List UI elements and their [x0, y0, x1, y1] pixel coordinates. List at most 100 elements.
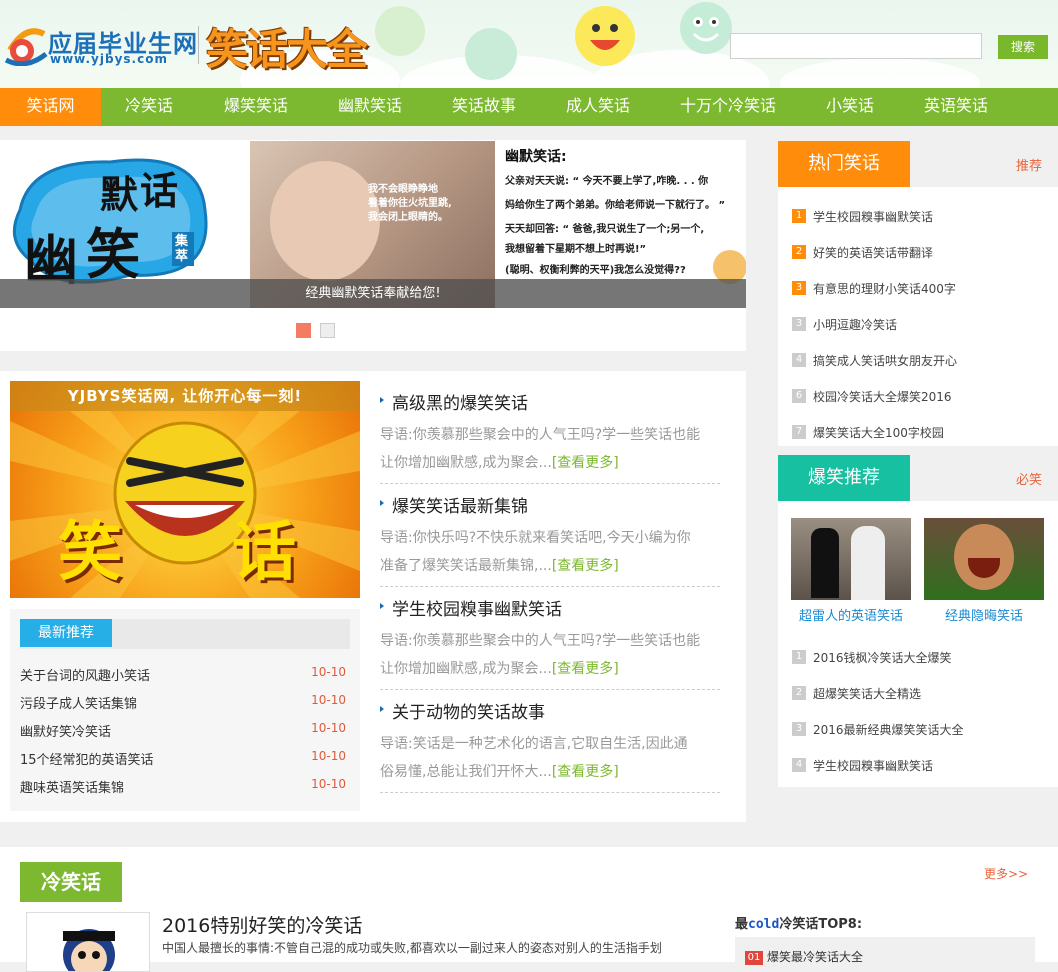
top8-item-title[interactable]: 爆笑最冷笑话大全 — [767, 948, 863, 965]
site-title[interactable]: 笑话大全 — [206, 16, 368, 77]
cold-joke-thumbnail[interactable] — [26, 912, 150, 972]
thumbnail-caption[interactable]: 超雷人的英语笑话 — [791, 605, 911, 624]
top8-label: 最cold冷笑话TOP8: — [735, 913, 862, 932]
list-item-date: 10-10 — [311, 749, 346, 763]
more-link[interactable]: 更多>> — [984, 865, 1028, 882]
banner-joke-line: 我想留着下星期不想上时再说!” — [505, 244, 647, 255]
rank-item[interactable]: 1 2016钱枫冷笑话大全爆笑 — [792, 649, 1052, 669]
promo-art-char: 笑 — [58, 515, 122, 590]
list-item-date: 10-10 — [311, 693, 346, 707]
promo-art-char: 话 — [232, 515, 296, 590]
rank-number: 3 — [792, 722, 806, 736]
rank-title[interactable]: 2016钱枫冷笑话大全爆笑 — [813, 649, 952, 666]
rank-item[interactable]: 7 爆笑笑话大全100字校园 — [792, 424, 1052, 444]
rank-title[interactable]: 有意思的理财小笑话400字 — [813, 280, 956, 297]
rank-item[interactable]: 3 有意思的理财小笑话400字 — [792, 280, 1052, 300]
main-content: YJBYS笑话网, 让你开心每一刻! 笑 话 最新推荐 关于台词的风趣小笑话 10… — [0, 371, 746, 822]
rank-title[interactable]: 好笑的英语笑话带翻译 — [813, 244, 933, 261]
nav-item-humor-jokes[interactable]: 幽默笑话 — [320, 88, 420, 126]
tab-hot-jokes[interactable]: 热门笑话 — [778, 141, 910, 187]
recommend-link[interactable]: 推荐 — [1016, 155, 1042, 174]
rank-item[interactable]: 4 搞笑成人笑话哄女朋友开心 — [792, 352, 1052, 372]
article-title[interactable]: 关于动物的笑话故事 — [380, 698, 545, 723]
nav-item-100k-cold-jokes[interactable]: 十万个冷笑话 — [668, 88, 788, 126]
smiley-icon — [465, 28, 517, 80]
nav-item-english-jokes[interactable]: 英语笑话 — [912, 88, 1000, 126]
top8-label-cold: cold — [748, 917, 780, 932]
slider-dot[interactable] — [296, 323, 311, 338]
must-laugh-link[interactable]: 必笑 — [1016, 469, 1042, 488]
nav-item-home[interactable]: 笑话网 — [0, 88, 101, 126]
article-summary-line: 准备了爆笑笑话最新集锦,... — [380, 558, 552, 574]
slider-dot[interactable] — [320, 323, 335, 338]
list-item-title[interactable]: 趣味英语笑话集锦 — [20, 777, 124, 796]
list-item[interactable]: 15个经常犯的英语笑话 10-10 — [20, 749, 350, 771]
rank-item[interactable]: 4 学生校园糗事幽默笑话 — [792, 757, 1052, 777]
rank-number: 2 — [792, 686, 806, 700]
article-title[interactable]: 学生校园糗事幽默笑话 — [380, 595, 562, 620]
hot-jokes-panel: 热门笑话 推荐 1 学生校园糗事幽默笑话 2 好笑的英语笑话带翻译 3 有意思的理财小… — [778, 141, 1058, 446]
banner-art-char: 话 — [140, 168, 179, 213]
search-button[interactable]: 搜索 — [998, 35, 1048, 59]
read-more-link[interactable]: [查看更多] — [552, 661, 619, 677]
header: 应届毕业生网 www.yjbys.com 笑话大全 搜索 — [0, 0, 1058, 88]
banner-joke-line: 父亲对天天说: “ 今天不要上学了,咋晚. . . 你 — [505, 176, 709, 187]
nav-item-adult-jokes[interactable]: 成人笑话 — [548, 88, 648, 126]
logo-url: www.yjbys.com — [50, 52, 168, 66]
rank-item[interactable]: 3 小明逗趣冷笑话 — [792, 316, 1052, 336]
baby-photo-shape — [270, 161, 380, 281]
rank-title[interactable]: 2016最新经典爆笑笑话大全 — [813, 721, 964, 738]
tab-latest[interactable]: 最新推荐 — [20, 619, 112, 647]
rank-title[interactable]: 爆笑笑话大全100字校园 — [813, 424, 944, 441]
list-item-title[interactable]: 幽默好笑冷笑话 — [20, 721, 111, 740]
search-input[interactable] — [730, 33, 982, 59]
rank-number: 1 — [792, 209, 806, 223]
tab-funny-recommend[interactable]: 爆笑推荐 — [778, 455, 910, 501]
thumbnail-image[interactable] — [924, 518, 1044, 600]
rank-item[interactable]: 2 超爆笑笑话大全精选 — [792, 685, 1052, 705]
rank-title[interactable]: 学生校园糗事幽默笑话 — [813, 208, 933, 225]
rank-title[interactable]: 校园冷笑话大全爆笑2016 — [813, 388, 952, 405]
nav-item-joke-stories[interactable]: 笑话故事 — [434, 88, 534, 126]
rank-item[interactable]: 6 校园冷笑话大全爆笑2016 — [792, 388, 1052, 408]
cold-joke-title[interactable]: 2016特别好笑的冷笑话 — [162, 911, 362, 938]
rank-number: 4 — [792, 758, 806, 772]
thumbnail-image[interactable] — [791, 518, 911, 600]
article-summary-line: 导语:笑话是一种艺术化的语言,它取自生活,因此通 — [380, 736, 688, 752]
banner-joke-line: (聪明、权衡利弊的天平)我怎么没觉得?? — [505, 265, 686, 276]
rank-item[interactable]: 1 学生校园糗事幽默笑话 — [792, 208, 1052, 228]
rank-item[interactable]: 3 2016最新经典爆笑笑话大全 — [792, 721, 1052, 741]
article-title[interactable]: 高级黑的爆笑笑话 — [380, 389, 528, 414]
list-item-title[interactable]: 15个经常犯的英语笑话 — [20, 749, 154, 768]
read-more-link[interactable]: [查看更多] — [552, 558, 619, 574]
list-item[interactable]: 趣味英语笑话集锦 10-10 — [20, 777, 350, 799]
nav-item-short-jokes[interactable]: 小笑话 — [808, 88, 892, 126]
nav-item-funny-jokes[interactable]: 爆笑笑话 — [206, 88, 306, 126]
list-item-title[interactable]: 污段子成人笑话集锦 — [20, 693, 137, 712]
list-item[interactable]: 污段子成人笑话集锦 10-10 — [20, 693, 350, 715]
smiley-icon — [680, 2, 732, 54]
promo-image[interactable]: YJBYS笑话网, 让你开心每一刻! 笑 话 — [10, 381, 360, 598]
list-item-date: 10-10 — [311, 721, 346, 735]
cloud-decoration — [780, 58, 980, 88]
thumbnail-caption[interactable]: 经典隐晦笑话 — [924, 605, 1044, 624]
list-item-date: 10-10 — [311, 777, 346, 791]
read-more-link[interactable]: [查看更多] — [552, 455, 619, 471]
article-summary: 导语:你快乐吗?不快乐就来看笑话吧,今天小编为你 准备了爆笑笑话最新集锦,...[… — [380, 524, 718, 580]
read-more-link[interactable]: [查看更多] — [552, 764, 619, 780]
tab-cold-jokes[interactable]: 冷笑话 — [20, 862, 122, 902]
rank-title[interactable]: 搞笑成人笑话哄女朋友开心 — [813, 352, 957, 369]
banner-art-char: 笑 — [86, 222, 140, 286]
photo-caption-line: 我会闭上眼睛的。 — [368, 212, 448, 223]
face-shape — [954, 524, 1014, 590]
nav-item-cold-jokes[interactable]: 冷笑话 — [101, 88, 197, 126]
rank-title[interactable]: 小明逗趣冷笑话 — [813, 316, 897, 333]
rank-title[interactable]: 学生校园糗事幽默笑话 — [813, 757, 933, 774]
list-item[interactable]: 关于台词的风趣小笑话 10-10 — [20, 665, 350, 687]
photo-caption-line: 看着你往火坑里跳, — [368, 198, 452, 209]
article-title[interactable]: 爆笑笑话最新集锦 — [380, 492, 528, 517]
rank-item[interactable]: 2 好笑的英语笑话带翻译 — [792, 244, 1052, 264]
list-item-title[interactable]: 关于台词的风趣小笑话 — [20, 665, 150, 684]
list-item[interactable]: 幽默好笑冷笑话 10-10 — [20, 721, 350, 743]
rank-title[interactable]: 超爆笑笑话大全精选 — [813, 685, 921, 702]
